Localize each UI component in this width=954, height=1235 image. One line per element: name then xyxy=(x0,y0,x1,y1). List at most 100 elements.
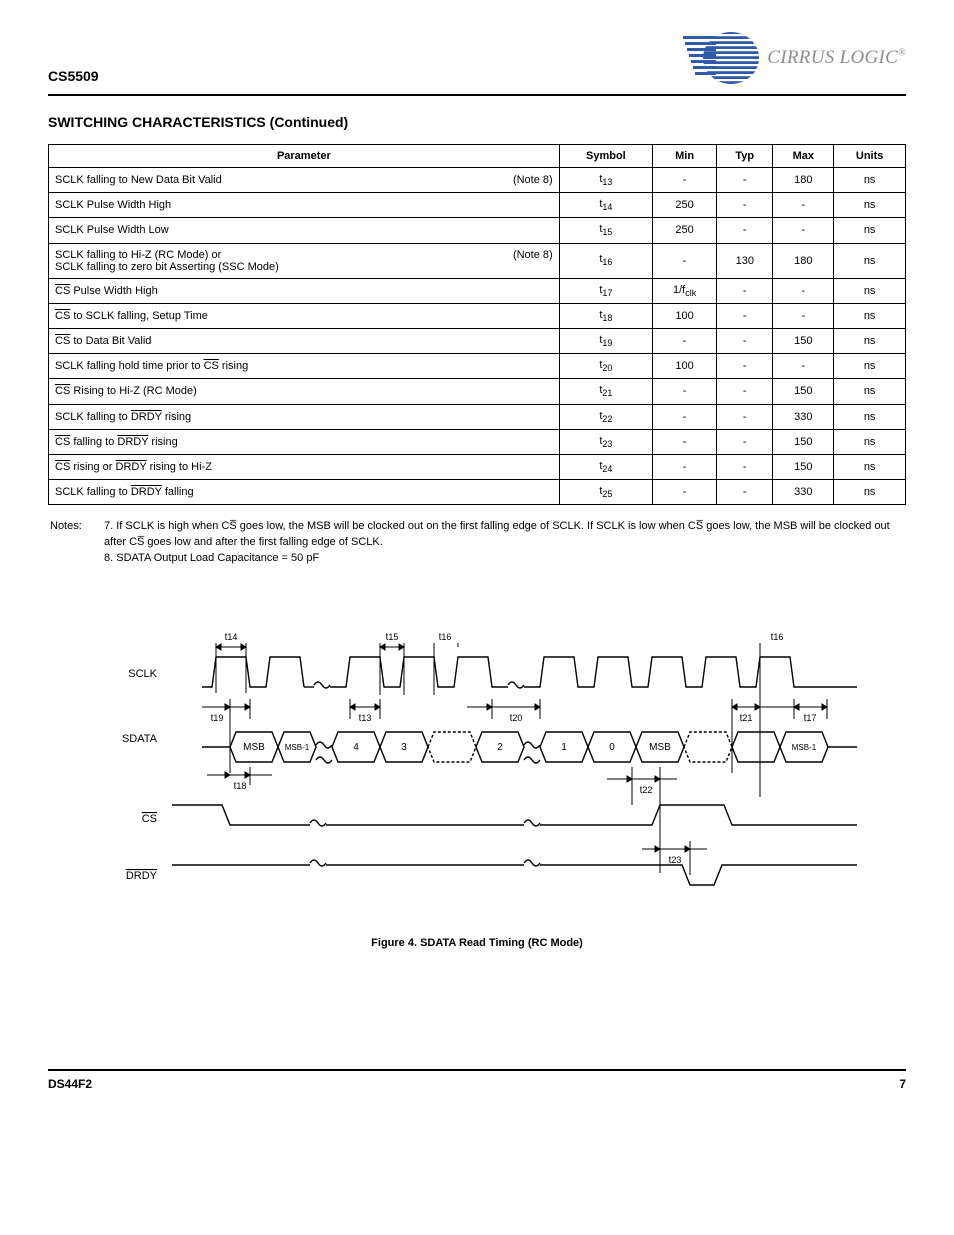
brand-logo: CIRRUS LOGIC® xyxy=(683,30,906,86)
table-header: Parameter xyxy=(49,145,560,168)
svg-text:t21: t21 xyxy=(740,713,753,724)
svg-text:MSB-1: MSB-1 xyxy=(285,743,310,752)
cirrus-globe-icon xyxy=(683,30,761,86)
svg-text:0: 0 xyxy=(609,742,615,753)
param-cell: CS falling to DRDY rising xyxy=(49,429,560,454)
header-rule xyxy=(48,94,906,96)
param-cell: SCLK Pulse Width Low xyxy=(49,218,560,243)
units-cell: ns xyxy=(834,168,906,193)
section-title: SWITCHING CHARACTERISTICS (Continued) xyxy=(48,114,906,130)
table-row: SCLK falling to DRDY risingt22--330ns xyxy=(49,404,906,429)
svg-text:3: 3 xyxy=(401,742,407,753)
min-cell: - xyxy=(653,379,717,404)
max-cell: - xyxy=(773,278,834,303)
symbol-cell: t22 xyxy=(559,404,652,429)
units-cell: ns xyxy=(834,278,906,303)
symbol-cell: t13 xyxy=(559,168,652,193)
min-cell: - xyxy=(653,429,717,454)
param-cell: SCLK falling hold time prior to CS risin… xyxy=(49,354,560,379)
drdy-label: DRDY xyxy=(126,870,158,882)
units-cell: ns xyxy=(834,193,906,218)
min-cell: - xyxy=(653,243,717,278)
typ-cell: - xyxy=(717,278,773,303)
part-number: CS5509 xyxy=(48,30,99,84)
symbol-cell: t18 xyxy=(559,303,652,328)
diagram-caption: Figure 4. SDATA Read Timing (RC Mode) xyxy=(97,937,857,949)
typ-cell: 130 xyxy=(717,243,773,278)
param-cell: CS Pulse Width High xyxy=(49,278,560,303)
svg-text:t16: t16 xyxy=(771,632,784,643)
symbol-cell: t16 xyxy=(559,243,652,278)
note-8: 8. SDATA Output Load Capacitance = 50 pF xyxy=(104,551,319,567)
spec-table: ParameterSymbolMinTypMaxUnits SCLK falli… xyxy=(48,144,906,505)
min-cell: - xyxy=(653,454,717,479)
table-row: SCLK Pulse Width Lowt15250--ns xyxy=(49,218,906,243)
param-cell: SCLK falling to New Data Bit Valid(Note … xyxy=(49,168,560,193)
units-cell: ns xyxy=(834,404,906,429)
table-header: Typ xyxy=(717,145,773,168)
max-cell: 150 xyxy=(773,379,834,404)
symbol-cell: t24 xyxy=(559,454,652,479)
param-cell: CS to SCLK falling, Setup Time xyxy=(49,303,560,328)
units-cell: ns xyxy=(834,328,906,353)
typ-cell: - xyxy=(717,429,773,454)
svg-text:MSB: MSB xyxy=(649,742,671,753)
typ-cell: - xyxy=(717,193,773,218)
svg-text:t13: t13 xyxy=(359,713,372,724)
min-cell: 100 xyxy=(653,354,717,379)
max-cell: 180 xyxy=(773,168,834,193)
symbol-cell: t17 xyxy=(559,278,652,303)
footer-rule xyxy=(48,1069,906,1071)
max-cell: 330 xyxy=(773,480,834,505)
units-cell: ns xyxy=(834,218,906,243)
notes-label: Notes: xyxy=(50,519,98,551)
units-cell: ns xyxy=(834,379,906,404)
max-cell: - xyxy=(773,303,834,328)
max-cell: 150 xyxy=(773,429,834,454)
symbol-cell: t15 xyxy=(559,218,652,243)
svg-text:MSB: MSB xyxy=(243,742,265,753)
table-row: SCLK falling to New Data Bit Valid(Note … xyxy=(49,168,906,193)
typ-cell: - xyxy=(717,480,773,505)
param-cell: SCLK falling to DRDY rising xyxy=(49,404,560,429)
table-row: SCLK falling hold time prior to CS risin… xyxy=(49,354,906,379)
svg-text:t14: t14 xyxy=(225,632,238,643)
table-row: SCLK falling to DRDY fallingt25--330ns xyxy=(49,480,906,505)
svg-text:2: 2 xyxy=(497,742,503,753)
note-7: 7. If SCLK is high when CS̅ goes low, th… xyxy=(104,519,906,551)
units-cell: ns xyxy=(834,303,906,328)
min-cell: - xyxy=(653,168,717,193)
min-cell: 1/fclk xyxy=(653,278,717,303)
table-header: Units xyxy=(834,145,906,168)
max-cell: 330 xyxy=(773,404,834,429)
sclk-label: SCLK xyxy=(128,668,157,680)
svg-text:t20: t20 xyxy=(510,713,523,724)
timing-diagram: SCLK t14 t15 xyxy=(97,607,857,949)
table-row: CS to SCLK falling, Setup Timet18100--ns xyxy=(49,303,906,328)
max-cell: - xyxy=(773,354,834,379)
table-row: CS falling to DRDY risingt23--150ns xyxy=(49,429,906,454)
symbol-cell: t19 xyxy=(559,328,652,353)
typ-cell: - xyxy=(717,303,773,328)
cs-label: CS xyxy=(142,813,157,825)
min-cell: 250 xyxy=(653,218,717,243)
footer-doc-id: DS44F2 xyxy=(48,1077,92,1091)
svg-text:t22: t22 xyxy=(640,785,653,796)
units-cell: ns xyxy=(834,480,906,505)
min-cell: 250 xyxy=(653,193,717,218)
table-header: Min xyxy=(653,145,717,168)
svg-text:t18: t18 xyxy=(234,781,247,792)
symbol-cell: t23 xyxy=(559,429,652,454)
page-header: CS5509 xyxy=(48,30,906,86)
symbol-cell: t14 xyxy=(559,193,652,218)
typ-cell: - xyxy=(717,218,773,243)
svg-text:4: 4 xyxy=(353,742,359,753)
max-cell: 150 xyxy=(773,454,834,479)
param-cell: SCLK falling to DRDY falling xyxy=(49,480,560,505)
min-cell: - xyxy=(653,328,717,353)
max-cell: 150 xyxy=(773,328,834,353)
typ-cell: - xyxy=(717,404,773,429)
typ-cell: - xyxy=(717,354,773,379)
page-footer: DS44F2 7 xyxy=(48,1077,906,1091)
svg-text:t19: t19 xyxy=(211,713,224,724)
